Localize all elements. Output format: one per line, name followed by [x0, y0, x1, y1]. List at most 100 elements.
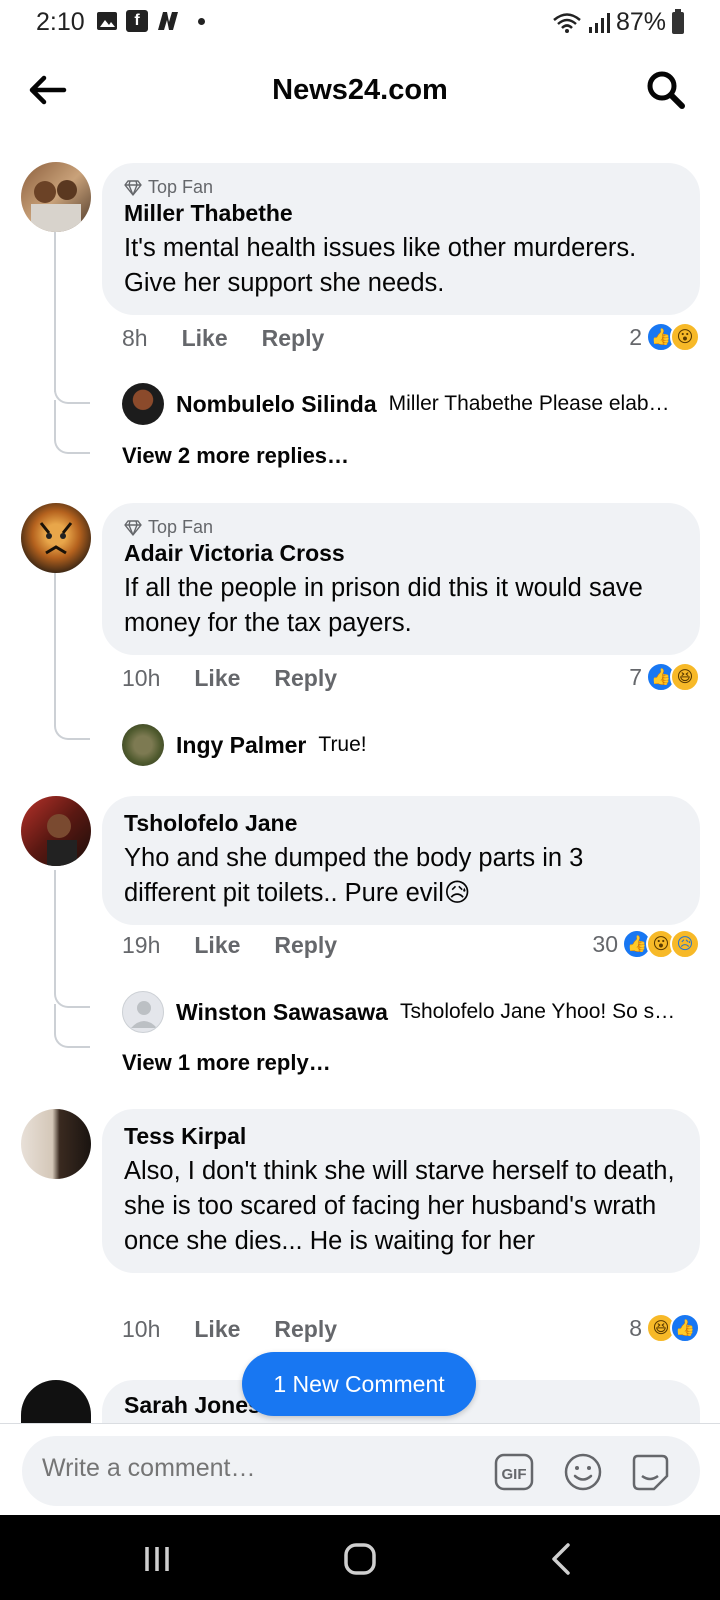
like-icon: 👍 — [670, 1313, 700, 1343]
reply-button[interactable]: Reply — [262, 325, 325, 352]
reaction-count: 2 — [629, 323, 642, 350]
comment-composer[interactable]: GIF — [22, 1436, 700, 1506]
comment-text: It's mental health issues like other mur… — [124, 234, 637, 297]
reaction-summary[interactable]: 2 👍 😮 — [629, 322, 700, 352]
battery-icon — [672, 8, 684, 34]
comment-actions: 10h Like Reply — [122, 665, 337, 692]
thread-branch — [54, 1030, 90, 1048]
reply-avatar[interactable] — [122, 724, 164, 766]
avatar[interactable] — [21, 796, 91, 866]
notification-icons: f — [96, 10, 205, 32]
reply-avatar[interactable] — [122, 383, 164, 425]
status-bar: 2:10 f 87% — [0, 0, 720, 46]
avatar[interactable] — [21, 503, 91, 573]
reply-author[interactable]: Nombulelo Silinda — [176, 391, 377, 418]
diamond-icon — [124, 179, 142, 196]
comment-composer-bar: GIF — [0, 1423, 720, 1515]
emoji-icon[interactable] — [563, 1452, 603, 1492]
like-button[interactable]: Like — [194, 665, 240, 692]
comment-time[interactable]: 10h — [122, 1316, 160, 1343]
system-nav-bar — [0, 1515, 720, 1600]
gallery-icon — [97, 12, 117, 30]
thread-line — [54, 232, 56, 392]
comment-author[interactable]: Tess Kirpal — [124, 1123, 678, 1150]
thread-line — [54, 400, 56, 436]
reply-text: Tsholofelo Jane Yhoo! So s… — [399, 1000, 676, 1023]
reaction-count: 8 — [629, 1314, 642, 1341]
comment-author[interactable]: Miller Thabethe — [124, 200, 678, 227]
status-time: 2:10 — [36, 8, 85, 36]
battery-percent: 87% — [615, 8, 666, 36]
comment-time[interactable]: 19h — [122, 932, 160, 959]
reaction-summary[interactable]: 30 👍 😮 😥 — [592, 929, 700, 959]
top-fan-badge: Top Fan — [124, 177, 678, 198]
comment-author[interactable]: Tsholofelo Jane — [124, 810, 678, 837]
like-button[interactable]: Like — [182, 325, 228, 352]
comment-time[interactable]: 8h — [122, 325, 148, 352]
comment-bubble[interactable]: Top Fan Adair Victoria Cross If all the … — [102, 503, 700, 655]
reaction-count: 30 — [592, 930, 618, 957]
gif-icon[interactable]: GIF — [494, 1452, 534, 1492]
back-nav-icon[interactable] — [540, 1537, 584, 1581]
thread-line — [54, 870, 56, 990]
home-icon[interactable] — [338, 1537, 382, 1581]
like-button[interactable]: Like — [194, 1316, 240, 1343]
reply-text: Miller Thabethe Please elab… — [388, 392, 670, 415]
more-notifications-dot — [198, 17, 205, 25]
view-more-replies[interactable]: View 1 more reply… — [122, 1050, 331, 1076]
reply-button[interactable]: Reply — [274, 1316, 337, 1343]
badge-label: Top Fan — [148, 517, 214, 537]
thread-line — [54, 1004, 56, 1032]
comment-text: If all the people in prison did this it … — [124, 574, 643, 637]
reply-item[interactable]: Nombulelo Silinda Miller Thabethe Please… — [122, 383, 702, 425]
avatar[interactable] — [21, 1380, 91, 1423]
comment-bubble[interactable]: Tsholofelo Jane Yho and she dumped the b… — [102, 796, 700, 925]
search-icon[interactable] — [642, 66, 690, 114]
recent-apps-icon[interactable] — [135, 1537, 179, 1581]
haha-icon: 😆 — [670, 662, 700, 692]
sad-icon: 😥 — [670, 929, 700, 959]
reaction-count: 7 — [629, 663, 642, 690]
reply-text: True! — [318, 733, 367, 756]
new-comment-button[interactable]: 1 New Comment — [242, 1352, 476, 1416]
thread-branch — [54, 436, 90, 454]
page-title: News24.com — [272, 74, 448, 106]
comment-time[interactable]: 10h — [122, 665, 160, 692]
reply-button[interactable]: Reply — [274, 932, 337, 959]
svg-text:GIF: GIF — [502, 1466, 527, 1483]
comment-text: Yho and she dumped the body parts in 3 d… — [124, 844, 584, 907]
badge-label: Top Fan — [148, 177, 214, 197]
diamond-icon — [124, 519, 142, 536]
view-more-replies[interactable]: View 2 more replies… — [122, 443, 349, 469]
status-right: 87% — [552, 8, 684, 37]
reply-item[interactable]: Winston Sawasawa Tsholofelo Jane Yhoo! S… — [122, 991, 702, 1033]
comment-actions: 19h Like Reply — [122, 932, 337, 959]
thread-line — [54, 572, 56, 722]
signal-icon — [588, 12, 610, 33]
reply-author[interactable]: Winston Sawasawa — [176, 999, 388, 1026]
wow-icon: 😮 — [670, 322, 700, 352]
comment-input[interactable] — [42, 1454, 462, 1483]
comment-bubble[interactable]: Tess Kirpal Also, I don't think she will… — [102, 1109, 700, 1273]
thread-branch — [54, 990, 90, 1008]
sticker-icon[interactable] — [630, 1452, 670, 1492]
comment-author[interactable]: Adair Victoria Cross — [124, 540, 678, 567]
reply-item[interactable]: Ingy Palmer True! — [122, 724, 702, 766]
comment-actions: 10h Like Reply — [122, 1316, 337, 1343]
thread-branch — [54, 722, 90, 740]
comment-text: Also, I don't think she will starve hers… — [124, 1157, 675, 1255]
top-fan-badge: Top Fan — [124, 517, 678, 538]
reaction-summary[interactable]: 7 👍 😆 — [629, 662, 700, 692]
facebook-icon: f — [126, 10, 148, 32]
comment-bubble[interactable]: Top Fan Miller Thabethe It's mental heal… — [102, 163, 700, 315]
thread-branch — [54, 386, 90, 404]
reply-button[interactable]: Reply — [274, 665, 337, 692]
reply-avatar[interactable] — [122, 991, 164, 1033]
news-app-icon — [158, 12, 178, 30]
like-button[interactable]: Like — [194, 932, 240, 959]
avatar[interactable] — [21, 1109, 91, 1179]
page-header: News24.com — [0, 52, 720, 128]
reply-author[interactable]: Ingy Palmer — [176, 732, 306, 759]
avatar[interactable] — [21, 162, 91, 232]
reaction-summary[interactable]: 8 😆 👍 — [629, 1313, 700, 1343]
